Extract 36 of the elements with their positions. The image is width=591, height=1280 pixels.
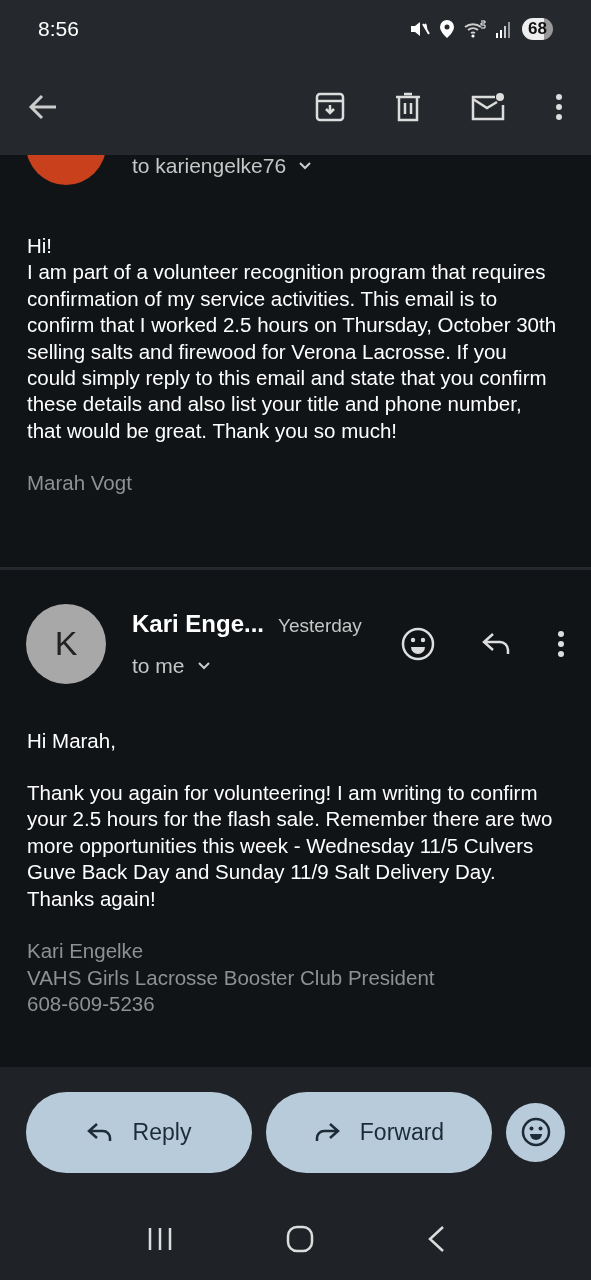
recipient-text: to kariengelke76 (132, 155, 287, 180)
more-icon[interactable] (555, 92, 563, 121)
recents-icon[interactable] (146, 1226, 173, 1251)
mark-unread-icon[interactable] (471, 91, 505, 122)
emoji-icon[interactable] (401, 626, 435, 661)
more-icon[interactable] (557, 629, 565, 658)
forward-icon (313, 1122, 340, 1142)
battery-level: 68 (522, 18, 553, 40)
back-nav-icon[interactable] (426, 1224, 445, 1253)
signature-line: Kari Engelke (27, 938, 145, 965)
status-time: 8:56 (38, 16, 79, 43)
forward-button[interactable]: Forward (266, 1091, 492, 1173)
body-paragraph: Thank you again for volunteering! I am writing to confirm your 2.5 hours for the flash sale. Remember there are two more opportunities this week - Wednesday 11/5 Culvers Guve Back Day and Sunday 11/9 Salt Delivery Day. Thanks again! (27, 780, 554, 912)
home-icon[interactable] (285, 1224, 314, 1253)
message-time: Yesterday (278, 613, 362, 638)
mute-icon (410, 20, 431, 38)
location-icon (440, 20, 455, 38)
back-icon[interactable] (28, 93, 58, 120)
body-paragraph: Hi Marah, (27, 727, 117, 754)
signal-icon (496, 20, 513, 38)
emoji-icon (520, 1117, 551, 1147)
reply-icon[interactable] (481, 631, 511, 656)
delete-icon[interactable] (395, 91, 421, 122)
wifi-icon (464, 20, 487, 38)
signature-line: VAHS Girls Lacrosse Booster Club President (27, 964, 436, 991)
chevron-down-icon[interactable] (298, 161, 313, 171)
reply-button[interactable]: Reply (26, 1091, 252, 1173)
signature-line: Marah Vogt (27, 470, 133, 497)
chevron-down-icon[interactable] (196, 660, 211, 671)
avatar: K (26, 603, 106, 684)
body-paragraph: Hi! I am part of a volunteer recognition program that requires confirmation of my service activities. This email is to confirm that I worked 2.5 hours on Thursday, October 30th selling salts and firewood for Verona Lacrosse. If you could simply reply to this email and state that you confirm these details and also list your title and phone number, that would be great. Thank you so much! (27, 233, 557, 444)
sender-name: Kari Enge... (132, 608, 265, 639)
archive-icon[interactable] (315, 91, 345, 122)
signature-line: 608-609-5236 (27, 990, 156, 1017)
reply-icon (86, 1122, 113, 1142)
recipient-text: to me (132, 652, 185, 679)
